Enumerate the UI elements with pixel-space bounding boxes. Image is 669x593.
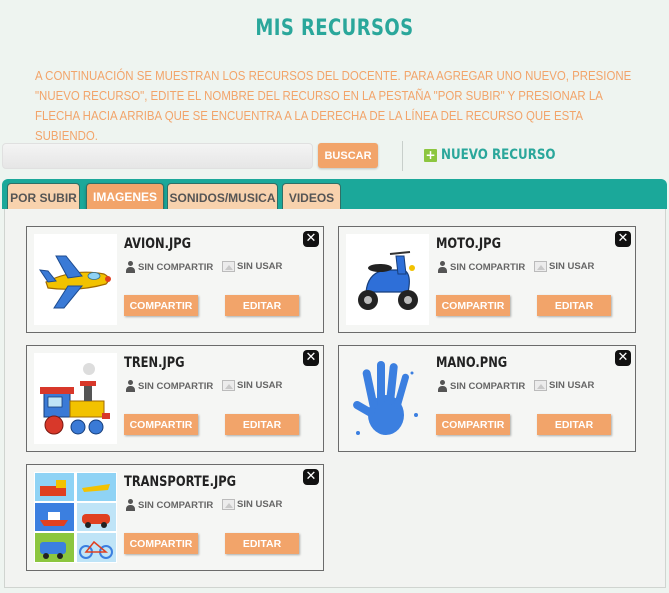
usage-status: SIN USAR xyxy=(222,261,282,272)
tab-sonidos-musica[interactable]: SONIDOS/MUSICA xyxy=(167,183,278,211)
search-input[interactable] xyxy=(2,143,313,169)
transport-grid-thumbnail xyxy=(34,472,117,563)
tab-imagenes[interactable]: IMAGENES xyxy=(86,183,164,210)
resource-card: MOTO.JPG SIN COMPARTIR SIN USAR COMPARTI… xyxy=(338,226,636,333)
resource-card: TREN.JPG SIN COMPARTIR SIN USAR COMPARTI… xyxy=(26,345,324,452)
user-icon xyxy=(437,380,448,392)
close-icon[interactable]: ✕ xyxy=(615,350,631,366)
new-resource-button[interactable]: + NUEVO RECURSO xyxy=(424,145,576,165)
hand-print-thumbnail xyxy=(346,353,429,444)
share-status: SIN COMPARTIR xyxy=(125,380,213,392)
image-icon xyxy=(222,380,235,391)
usage-status: SIN USAR xyxy=(222,499,282,510)
usage-status: SIN USAR xyxy=(534,380,594,391)
image-icon xyxy=(222,261,235,272)
tab-videos[interactable]: VIDEOS xyxy=(282,183,341,211)
instructions-text: A CONTINUACIÓN SE MUESTRAN LOS RECURSOS … xyxy=(35,68,632,143)
user-icon xyxy=(125,261,136,273)
user-icon xyxy=(125,380,136,392)
resource-filename: TREN.JPG xyxy=(124,355,185,371)
search-button[interactable]: BUSCAR xyxy=(318,143,378,168)
scooter-thumbnail xyxy=(346,234,429,325)
user-icon xyxy=(437,261,448,273)
resource-filename: MOTO.JPG xyxy=(436,236,501,252)
resource-filename: AVION.JPG xyxy=(124,236,192,252)
divider xyxy=(402,141,403,171)
close-icon[interactable]: ✕ xyxy=(303,350,319,366)
share-status: SIN COMPARTIR xyxy=(437,261,525,273)
train-thumbnail xyxy=(34,353,117,444)
edit-button[interactable]: EDITAR xyxy=(537,295,611,316)
page-title: MIS RECURSOS xyxy=(255,16,414,41)
plus-icon: + xyxy=(424,147,437,162)
airplane-thumbnail xyxy=(34,234,117,325)
resource-filename: MANO.PNG xyxy=(436,355,508,371)
share-button[interactable]: COMPARTIR xyxy=(124,414,198,435)
share-button[interactable]: COMPARTIR xyxy=(436,295,510,316)
close-icon[interactable]: ✕ xyxy=(303,469,319,485)
usage-status: SIN USAR xyxy=(534,261,594,272)
resource-card: MANO.PNG SIN COMPARTIR SIN USAR COMPARTI… xyxy=(338,345,636,452)
usage-status: SIN USAR xyxy=(222,380,282,391)
edit-button[interactable]: EDITAR xyxy=(225,295,299,316)
edit-button[interactable]: EDITAR xyxy=(225,414,299,435)
resource-card: AVION.JPG SIN COMPARTIR SIN USAR COMPART… xyxy=(26,226,324,333)
image-icon xyxy=(222,499,235,510)
tab-por-subir[interactable]: POR SUBIR xyxy=(7,183,80,211)
image-icon xyxy=(534,261,547,272)
edit-button[interactable]: EDITAR xyxy=(537,414,611,435)
share-status: SIN COMPARTIR xyxy=(125,499,213,511)
close-icon[interactable]: ✕ xyxy=(615,231,631,247)
share-status: SIN COMPARTIR xyxy=(125,261,213,273)
share-button[interactable]: COMPARTIR xyxy=(436,414,510,435)
share-button[interactable]: COMPARTIR xyxy=(124,295,198,316)
resource-filename: TRANSPORTE.JPG xyxy=(124,474,237,490)
image-icon xyxy=(534,380,547,391)
edit-button[interactable]: EDITAR xyxy=(225,533,299,554)
share-button[interactable]: COMPARTIR xyxy=(124,533,198,554)
share-status: SIN COMPARTIR xyxy=(437,380,525,392)
user-icon xyxy=(125,499,136,511)
close-icon[interactable]: ✕ xyxy=(303,231,319,247)
new-resource-label: NUEVO RECURSO xyxy=(441,147,556,163)
resource-card: TRANSPORTE.JPG SIN COMPARTIR SIN USAR CO… xyxy=(26,464,324,571)
